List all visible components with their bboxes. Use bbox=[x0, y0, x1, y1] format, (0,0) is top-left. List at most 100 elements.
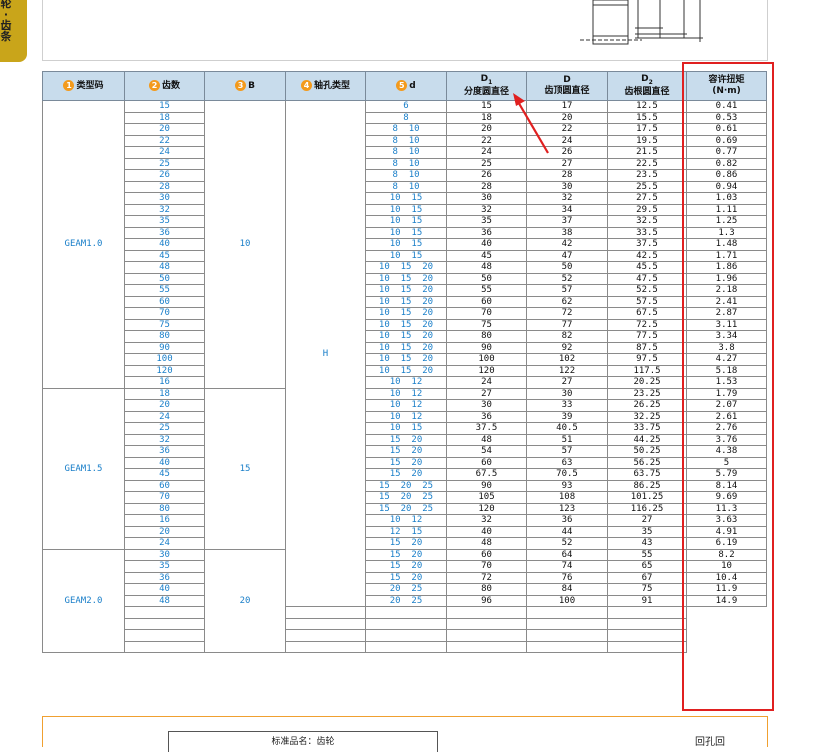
table-row: 36 15 20 72 76 67 10.4 bbox=[43, 571, 767, 584]
outer-diameter-cell bbox=[446, 617, 527, 630]
header-d: 5d bbox=[365, 71, 447, 101]
pitch-diameter-cell: 55 bbox=[446, 284, 527, 297]
bore-d-cell: 10 12 bbox=[365, 387, 447, 400]
root-diameter-cell: 87.5 bbox=[607, 341, 687, 354]
bore-d-cell: 15 20 bbox=[365, 468, 447, 481]
pitch-diameter-cell bbox=[365, 640, 447, 653]
table-row: 25 10 15 37.5 40.5 33.75 2.76 bbox=[43, 422, 767, 435]
bore-d-cell: 8 10 bbox=[365, 146, 447, 159]
bore-d-cell: 10 15 20 bbox=[365, 307, 447, 320]
bore-d-cell: 15 20 bbox=[365, 560, 447, 573]
root-diameter-cell: 22.5 bbox=[607, 157, 687, 170]
table-row: 26 8 10 26 28 23.5 0.86 bbox=[43, 169, 767, 182]
table-row: 60 10 15 20 60 62 57.5 2.41 bbox=[43, 295, 767, 308]
outer-diameter-cell: 47 bbox=[526, 249, 608, 262]
teeth-cell: 20 bbox=[124, 123, 205, 136]
outer-diameter-cell: 93 bbox=[526, 479, 608, 492]
pitch-diameter-cell: 48 bbox=[446, 537, 527, 550]
pitch-diameter-cell: 35 bbox=[446, 215, 527, 228]
type-code-cell: GEAM1.5 bbox=[42, 387, 125, 550]
table-row: 35 15 20 70 74 65 10 bbox=[43, 560, 767, 573]
outer-diameter-cell: 108 bbox=[526, 491, 608, 504]
table-row: 40 20 25 80 84 75 11.9 bbox=[43, 583, 767, 596]
outer-diameter-cell: 27 bbox=[526, 376, 608, 389]
bore-d-cell: 10 12 bbox=[365, 376, 447, 389]
torque-cell bbox=[607, 606, 687, 619]
root-diameter-cell: 57.5 bbox=[607, 295, 687, 308]
side-tab: 轮 · 齿 条 bbox=[0, 0, 27, 62]
table-row: 40 10 15 40 42 37.5 1.48 bbox=[43, 238, 767, 251]
teeth-cell: 90 bbox=[124, 341, 205, 354]
outer-diameter-cell: 52 bbox=[526, 272, 608, 285]
bore-d-cell: 15 20 bbox=[365, 537, 447, 550]
root-diameter-cell: 44.25 bbox=[607, 433, 687, 446]
outer-diameter-cell: 62 bbox=[526, 295, 608, 308]
root-diameter-cell: 63.75 bbox=[607, 468, 687, 481]
bore-d-cell bbox=[285, 606, 366, 619]
bore-d-cell: 8 bbox=[365, 111, 447, 124]
root-diameter-cell: 67 bbox=[607, 571, 687, 584]
pitch-diameter-cell bbox=[365, 617, 447, 630]
bore-d-cell: 8 10 bbox=[365, 123, 447, 136]
teeth-cell: 16 bbox=[124, 376, 205, 389]
bore-d-cell: 10 15 20 bbox=[365, 272, 447, 285]
teeth-cell: 60 bbox=[124, 295, 205, 308]
root-diameter-cell: 19.5 bbox=[607, 134, 687, 147]
table-row: 80 15 20 25 120 123 116.25 11.3 bbox=[43, 502, 767, 515]
outer-diameter-cell: 77 bbox=[526, 318, 608, 331]
type-code-cell: GEAM1.0 bbox=[42, 100, 125, 389]
table-row: 48 20 25 96 100 91 14.9 bbox=[43, 594, 767, 607]
table-row bbox=[43, 640, 767, 653]
header-shaft-type: 4 轴孔类型 bbox=[285, 71, 366, 101]
root-diameter-cell: 43 bbox=[607, 537, 687, 550]
table-row: 80 10 15 20 80 82 77.5 3.34 bbox=[43, 330, 767, 343]
bore-d-cell: 10 12 bbox=[365, 514, 447, 527]
root-diameter-cell: 52.5 bbox=[607, 284, 687, 297]
pitch-diameter-cell: 27 bbox=[446, 387, 527, 400]
teeth-cell: 45 bbox=[124, 249, 205, 262]
teeth-cell: 36 bbox=[124, 226, 205, 239]
outer-diameter-cell: 74 bbox=[526, 560, 608, 573]
outer-diameter-cell: 51 bbox=[526, 433, 608, 446]
bore-d-cell: 10 15 20 bbox=[365, 341, 447, 354]
root-diameter-cell: 21.5 bbox=[607, 146, 687, 159]
root-diameter-cell: 23.5 bbox=[607, 169, 687, 182]
pitch-diameter-cell: 28 bbox=[446, 180, 527, 193]
qr-label: 回孔回 bbox=[695, 737, 725, 748]
teeth-cell: 36 bbox=[124, 571, 205, 584]
teeth-cell: 22 bbox=[124, 134, 205, 147]
root-diameter-cell: 29.5 bbox=[607, 203, 687, 216]
root-diameter-cell: 42.5 bbox=[607, 249, 687, 262]
pitch-diameter-cell bbox=[365, 606, 447, 619]
pitch-diameter-cell: 60 bbox=[446, 456, 527, 469]
outer-diameter-cell bbox=[446, 640, 527, 653]
outer-diameter-cell: 102 bbox=[526, 353, 608, 366]
outer-diameter-cell: 30 bbox=[526, 387, 608, 400]
root-diameter-cell: 33.5 bbox=[607, 226, 687, 239]
table-row: 48 10 15 20 48 50 45.5 1.86 bbox=[43, 261, 767, 274]
table-row: 55 10 15 20 55 57 52.5 2.18 bbox=[43, 284, 767, 297]
table-row: 45 10 15 45 47 42.5 1.71 bbox=[43, 249, 767, 262]
bore-d-cell: 10 15 20 bbox=[365, 330, 447, 343]
table-row: 40 15 20 60 63 56.25 5 bbox=[43, 456, 767, 469]
root-diameter-cell: 117.5 bbox=[607, 364, 687, 377]
pitch-diameter-cell: 60 bbox=[446, 295, 527, 308]
bore-d-cell: 20 25 bbox=[365, 594, 447, 607]
outer-diameter-cell: 64 bbox=[526, 548, 608, 561]
root-diameter-cell: 50.25 bbox=[607, 445, 687, 458]
b-cell: 10 bbox=[204, 100, 286, 389]
teeth-cell: 40 bbox=[124, 238, 205, 251]
bore-d-cell: 15 20 25 bbox=[365, 502, 447, 515]
pitch-diameter-cell: 105 bbox=[446, 491, 527, 504]
teeth-cell: 120 bbox=[124, 364, 205, 377]
table-row: 24 15 20 48 52 43 6.19 bbox=[43, 537, 767, 550]
teeth-cell: 20 bbox=[124, 525, 205, 538]
pitch-diameter-cell: 37.5 bbox=[446, 422, 527, 435]
pitch-diameter-cell: 36 bbox=[446, 410, 527, 423]
teeth-cell: 32 bbox=[124, 203, 205, 216]
bore-d-cell: 10 15 20 bbox=[365, 295, 447, 308]
teeth-cell: 24 bbox=[124, 146, 205, 159]
root-diameter-cell: 33.75 bbox=[607, 422, 687, 435]
bore-d-cell: 10 15 20 bbox=[365, 364, 447, 377]
table-row: 36 15 20 54 57 50.25 4.38 bbox=[43, 445, 767, 458]
